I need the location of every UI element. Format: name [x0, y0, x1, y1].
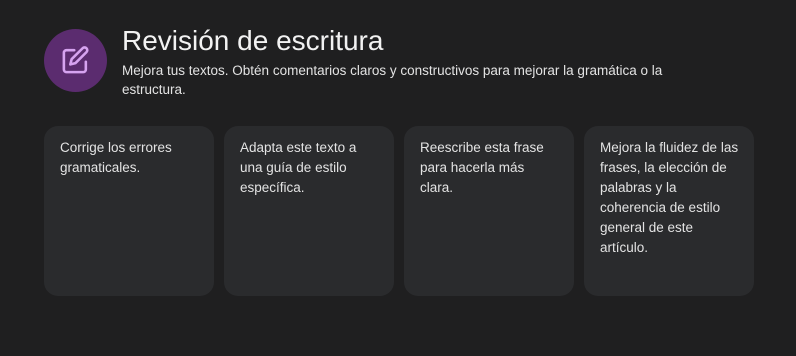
edit-note-icon: [62, 46, 89, 74]
suggestion-card-fluency[interactable]: Mejora la fluidez de las frases, la elec…: [584, 126, 754, 296]
suggestion-card-text: Mejora la fluidez de las frases, la elec…: [600, 140, 739, 255]
feature-badge: [44, 29, 107, 92]
suggestion-card-text: Corrige los errores gramaticales.: [60, 140, 172, 175]
suggestion-card-grammar[interactable]: Corrige los errores gramaticales.: [44, 126, 214, 296]
panel-subtitle: Mejora tus textos. Obtén comentarios cla…: [122, 63, 663, 97]
panel-title: Revisión de escritura: [122, 25, 384, 56]
suggestion-card-style-guide[interactable]: Adapta este texto a una guía de estilo e…: [224, 126, 394, 296]
panel-header: Revisión de escritura Mejora tus textos.…: [44, 24, 764, 104]
writing-review-panel: Revisión de escritura Mejora tus textos.…: [0, 0, 796, 356]
suggestion-cards: Corrige los errores gramaticales. Adapta…: [44, 126, 754, 296]
suggestion-card-rewrite[interactable]: Reescribe esta frase para hacerla más cl…: [404, 126, 574, 296]
suggestion-card-text: Adapta este texto a una guía de estilo e…: [240, 140, 357, 195]
suggestion-card-text: Reescribe esta frase para hacerla más cl…: [420, 140, 544, 195]
